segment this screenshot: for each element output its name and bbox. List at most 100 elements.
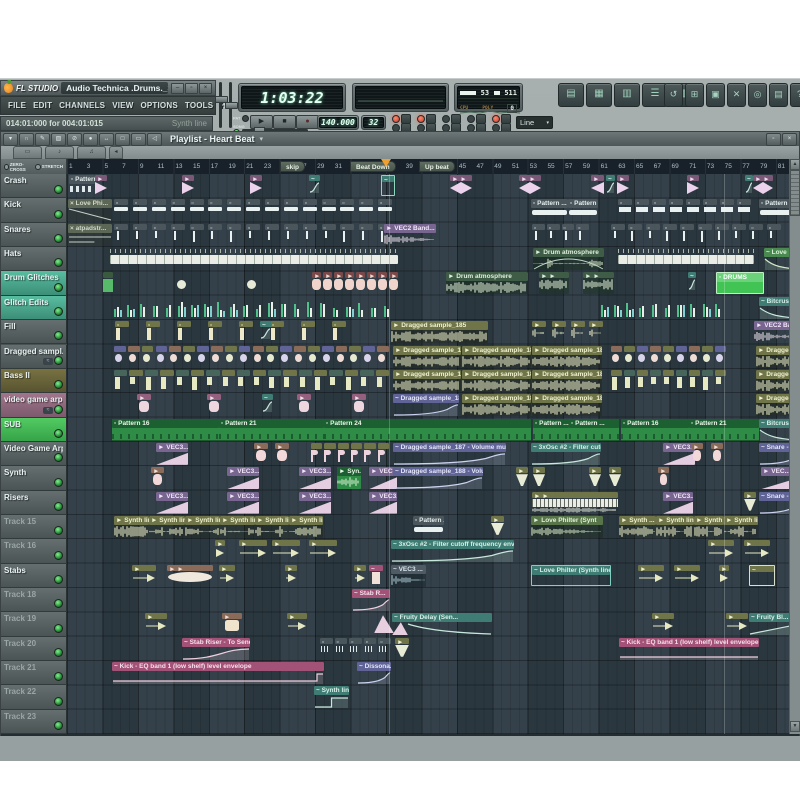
- clip-love-phi[interactable]: × Love Phi...: [68, 199, 112, 221]
- playlist-clip-small[interactable]: [329, 370, 342, 392]
- playlist-clip-small[interactable]: [114, 297, 125, 319]
- track-mute-led[interactable]: [54, 697, 63, 706]
- playback-icon[interactable]: ◁: [147, 133, 162, 146]
- track-mute-led[interactable]: [54, 526, 63, 535]
- clip-synth-line[interactable]: ► Synth line: [185, 516, 220, 538]
- playlist-clip-small[interactable]: [703, 297, 714, 319]
- playlist-clip-small[interactable]: [145, 370, 158, 392]
- playlist-clip[interactable]: ► ►: [583, 272, 614, 294]
- track-header-fill[interactable]: Fill: [1, 320, 67, 344]
- time-display[interactable]: 1:03:22: [241, 86, 343, 109]
- playlist-clip-small[interactable]: [624, 346, 635, 368]
- track-mute-led[interactable]: [54, 258, 63, 267]
- track-header-video-game-arp[interactable]: Video Game Arp: [1, 442, 67, 466]
- playlist-clip-small[interactable]: ▫: [284, 224, 298, 246]
- playlist-clip[interactable]: ►: [674, 565, 700, 585]
- menu-item-view[interactable]: VIEW: [112, 101, 133, 110]
- close-button[interactable]: ×: [199, 83, 212, 94]
- clip-atpadstr[interactable]: × atpadstr...: [68, 224, 112, 246]
- playlist-clip[interactable]: ►: [744, 540, 770, 560]
- clip-dissona[interactable]: ~ Dissona...: [357, 662, 391, 684]
- playlist-clip-small[interactable]: ▫: [611, 224, 625, 246]
- playlist-clip-small[interactable]: [624, 370, 635, 392]
- clip-vec3[interactable]: ► VEC3...: [299, 467, 331, 489]
- track-mute-led[interactable]: [54, 234, 63, 243]
- playlist-clip-small[interactable]: [204, 297, 215, 319]
- playlist-maximize-button[interactable]: ▫: [766, 133, 781, 146]
- playlist-clip-small[interactable]: ▫: [703, 199, 717, 221]
- playlist-clip-small[interactable]: ▫: [732, 224, 746, 246]
- playlist-clip-small[interactable]: [377, 346, 389, 368]
- clip-dragged-sample-188[interactable]: ► Dragged sample_188: [462, 394, 531, 416]
- playlist-clip[interactable]: [177, 272, 186, 294]
- playlist-clip[interactable]: ►: [708, 540, 734, 560]
- clip-pattern-16[interactable]: ▫ Pattern 16: [621, 419, 689, 441]
- playlist-clip-small[interactable]: ►: [345, 272, 354, 294]
- track-mute-led[interactable]: [54, 575, 63, 584]
- playlist-clip-small[interactable]: [677, 297, 688, 319]
- clip-dragged-sample-185[interactable]: ► Dragged sample_185: [462, 346, 531, 368]
- playlist-clip-small[interactable]: ▫: [152, 199, 166, 221]
- playlist-clip-small[interactable]: ►: [389, 272, 398, 294]
- clip-dragged-sample-185[interactable]: ► Dragged sample_185: [532, 346, 602, 368]
- playlist-clip-small[interactable]: ▫: [171, 199, 185, 221]
- track-mute-led[interactable]: [54, 721, 63, 730]
- playlist-clip-small[interactable]: ▫: [715, 224, 729, 246]
- playlist-clip-small[interactable]: ▫: [322, 224, 336, 246]
- playlist-clip-small[interactable]: ▫: [628, 224, 642, 246]
- playlist-clip-small[interactable]: [345, 370, 358, 392]
- playlist-clip-small[interactable]: [222, 370, 235, 392]
- track-mute-led[interactable]: [54, 551, 63, 560]
- playlist-clip-small[interactable]: ▫: [239, 321, 253, 343]
- playlist-clip-small[interactable]: [676, 346, 687, 368]
- clip-synth[interactable]: ► Synth ...: [619, 516, 656, 538]
- clip-synth-lin[interactable]: ► Synth lin...: [220, 516, 255, 538]
- master-volume-slider[interactable]: [219, 82, 222, 128]
- clip-dragged-sample-188[interactable]: ► Dragged sample_188: [532, 394, 602, 416]
- tab-automation[interactable]: ♫: [77, 146, 106, 159]
- tempo-display[interactable]: 140.000: [319, 117, 357, 128]
- track-header-dragged-sampl-[interactable]: Dragged sampl...≈: [1, 345, 67, 369]
- playlist-clip[interactable]: ►: [589, 321, 603, 341]
- playlist-clip-small[interactable]: ▫: [340, 199, 354, 221]
- clip-3xosc-2-filter-cutoff-frequency-envelope[interactable]: ~ 3xOsc #2 - Filter cutoff frequency env…: [391, 540, 514, 562]
- toggle-led[interactable]: [392, 115, 400, 123]
- playlist-clip-small[interactable]: [206, 370, 219, 392]
- zoom-icon[interactable]: ▭: [131, 133, 146, 146]
- playlist-clip-small[interactable]: [652, 297, 663, 319]
- playlist-clip-small[interactable]: [689, 370, 700, 392]
- playlist-clip-small[interactable]: ►: [378, 272, 387, 294]
- playlist-clip-small[interactable]: [663, 370, 674, 392]
- playlist-clip[interactable]: ►: [222, 613, 242, 633]
- timeline-marker[interactable]: Up beat: [419, 161, 455, 172]
- playlist-clip[interactable]: ► ►: [167, 565, 213, 585]
- track-mute-led[interactable]: [54, 405, 63, 414]
- playlist-clip-small[interactable]: [650, 346, 661, 368]
- playlist-clip[interactable]: ►: [571, 321, 585, 341]
- clip-dragged-sample-185[interactable]: ► Dragged sample_185: [391, 321, 488, 343]
- playlist-clip-small[interactable]: [191, 297, 202, 319]
- playlist-clip[interactable]: ►: [617, 175, 629, 195]
- clip-pattern[interactable]: ▫ Pattern ...: [533, 419, 569, 441]
- playlist-clip[interactable]: ►: [132, 565, 156, 585]
- playlist-clip[interactable]: [110, 248, 398, 270]
- clip-pattern-16[interactable]: ▫ Pattern 16: [112, 419, 219, 441]
- clip-pattern-6[interactable]: ▫ Pattern 6: [69, 175, 95, 197]
- clip-stab-r[interactable]: ~ Stab R...: [352, 589, 390, 611]
- playlist-clip-small[interactable]: ▫: [115, 321, 129, 343]
- track-mute-led[interactable]: [54, 356, 63, 365]
- playlist-clip-small[interactable]: ▫: [364, 638, 377, 660]
- delete-icon[interactable]: ⊘: [67, 133, 82, 146]
- playlist-clip-small[interactable]: ►: [367, 272, 376, 294]
- playlist-clip[interactable]: ~: [260, 321, 271, 341]
- playlist-clip-small[interactable]: ▫: [635, 199, 649, 221]
- menu-item-edit[interactable]: EDIT: [33, 101, 52, 110]
- playlist-clip-small[interactable]: ▫: [332, 321, 346, 343]
- playlist-clip[interactable]: ►: [532, 321, 546, 341]
- maximize-button[interactable]: ▫: [185, 83, 198, 94]
- playlist-clip-small[interactable]: [663, 346, 674, 368]
- clip-dragged-sample-187[interactable]: ► Dragged sample_187: [393, 346, 461, 368]
- playlist-clip-small[interactable]: ▫: [359, 224, 373, 246]
- playlist-clip[interactable]: ►: [354, 565, 366, 585]
- track-mute-led[interactable]: [54, 429, 63, 438]
